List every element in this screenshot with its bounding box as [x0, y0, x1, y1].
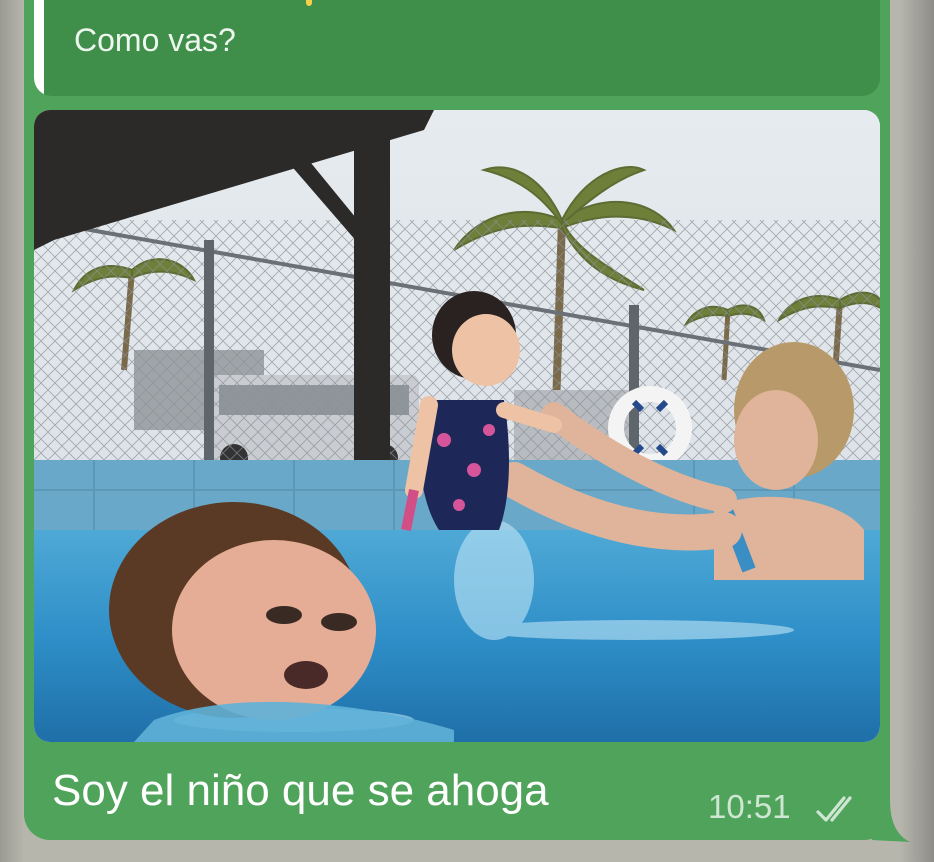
- reply-preview[interactable]: Como vas?: [34, 0, 880, 96]
- message-photo[interactable]: [34, 110, 880, 742]
- message-caption: Soy el niño que se ahoga: [52, 766, 549, 815]
- reply-accent-bar: [34, 0, 44, 96]
- bubble-tail: [872, 800, 910, 842]
- reply-sender-mark: [306, 0, 312, 6]
- photo-icon: [34, 110, 880, 742]
- message-time: 10:51: [708, 788, 791, 825]
- reply-preview-text: Como vas?: [74, 22, 236, 58]
- double-check-icon: [816, 796, 852, 822]
